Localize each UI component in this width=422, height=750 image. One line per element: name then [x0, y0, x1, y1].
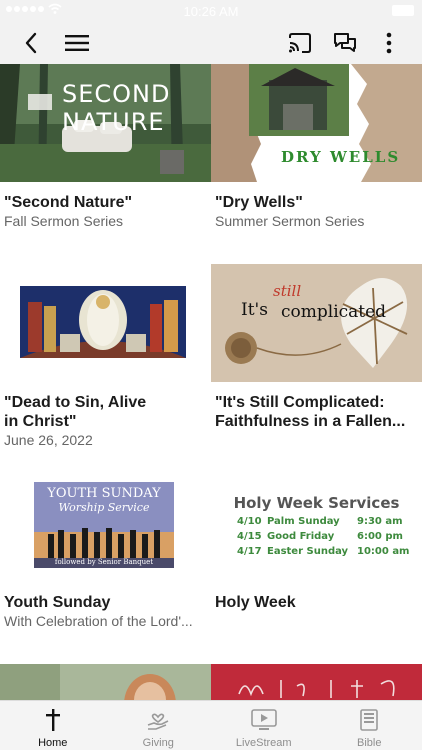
cast-icon — [289, 33, 311, 53]
livestream-icon — [250, 707, 277, 733]
series-thumbnail-partial-right — [211, 664, 422, 700]
tab-label: Giving — [142, 737, 174, 749]
series-card-holy-week[interactable]: Holy Week Services 4/10 Palm Sunday 9:30 a… — [211, 464, 422, 612]
back-button[interactable] — [16, 28, 46, 58]
tab-label: Bible — [357, 737, 382, 749]
series-thumbnail-holy-week: Holy Week Services 4/10 Palm Sunday 9:30 a… — [211, 464, 422, 582]
series-title: "It's Still Complicated: Faithfulness in… — [215, 394, 406, 430]
series-thumbnail-second-nature: SECOND NATURE — [0, 64, 211, 182]
series-card-its-still-complicated[interactable]: It's still complicated "It's Still Compl… — [211, 264, 422, 431]
tab-giving[interactable]: Giving — [106, 701, 212, 750]
thumbnail-its-text: It's — [241, 300, 268, 320]
holy-week-row: 4/10 Palm Sunday 9:30 am — [237, 514, 417, 529]
holy-week-row: 4/17 Easter Sunday 10:00 am — [237, 544, 417, 559]
series-title: "Dead to Sin, Alive in Christ" — [4, 394, 147, 430]
sermon-series-grid: SECOND NATURE "Second Nature" Fall Sermo… — [0, 64, 422, 700]
thumbnail-complicated-text: complicated — [281, 302, 387, 322]
menu-button[interactable] — [62, 28, 92, 58]
chat-button[interactable] — [330, 28, 360, 58]
holy-week-schedule: 4/10 Palm Sunday 9:30 am 4/15 Good Friday 6:0… — [237, 514, 417, 559]
series-subtitle: Fall Sermon Series — [4, 213, 124, 229]
cast-button[interactable] — [285, 28, 315, 58]
series-thumbnail-dry-wells: DRY WELLS — [211, 64, 422, 182]
series-subtitle: Summer Sermon Series — [215, 213, 365, 229]
signal-icon — [6, 6, 44, 12]
giving-hand-icon — [146, 707, 170, 733]
series-card-dead-to-sin[interactable]: "Dead to Sin, Alive in Christ" June 26, … — [0, 264, 211, 449]
series-card-youth-sunday[interactable]: YOUTH SUNDAY Worship Service followed by… — [0, 464, 211, 630]
series-title: "Second Nature" — [4, 194, 133, 211]
bottom-tab-bar: Home Giving LiveStream Bible — [0, 700, 422, 750]
thumbnail-still-text: still — [273, 282, 302, 300]
series-card-partial-right[interactable] — [211, 664, 422, 700]
holy-week-date: 4/10 — [237, 516, 262, 527]
wifi-icon — [48, 3, 62, 18]
series-title: Youth Sunday — [4, 594, 111, 611]
series-thumbnail-youth-sunday: YOUTH SUNDAY Worship Service followed by… — [0, 464, 211, 582]
thumbnail-heading: Holy Week Services — [233, 494, 400, 512]
thumbnail-line2: Worship Service — [58, 501, 150, 514]
series-thumbnail-resurrection-icon — [0, 264, 211, 382]
holy-week-day: Palm Sunday — [267, 516, 340, 527]
series-card-dry-wells[interactable]: DRY WELLS "Dry Wells" Summer Sermon Seri… — [211, 64, 422, 230]
tab-bible[interactable]: Bible — [317, 701, 422, 750]
thumbnail-line1: YOUTH SUNDAY — [47, 486, 161, 501]
series-subtitle: June 26, 2022 — [4, 432, 93, 448]
vertical-dots-icon — [386, 32, 392, 54]
holy-week-date: 4/17 — [237, 546, 262, 557]
status-bar: 10:26 AM — [0, 0, 422, 22]
tab-label: Home — [38, 737, 68, 749]
battery-icon — [392, 5, 414, 16]
chevron-left-icon — [25, 32, 37, 54]
holy-week-time: 9:30 am — [357, 516, 403, 527]
more-options-button[interactable] — [374, 28, 404, 58]
series-card-partial-left[interactable] — [0, 664, 211, 700]
holy-week-row: 4/15 Good Friday 6:00 pm — [237, 529, 417, 544]
holy-week-time: 6:00 pm — [357, 531, 403, 542]
chat-bubbles-icon — [334, 33, 356, 52]
holy-week-date: 4/15 — [237, 531, 262, 542]
status-time: 10:26 AM — [183, 3, 239, 19]
series-thumbnail-complicated: It's still complicated — [211, 264, 422, 382]
thumbnail-line3: followed by Senior Banquet — [54, 558, 154, 566]
tab-home[interactable]: Home — [0, 701, 106, 750]
holy-week-day: Good Friday — [267, 531, 335, 542]
tab-label: LiveStream — [235, 737, 292, 749]
series-title: "Dry Wells" — [215, 194, 303, 211]
series-subtitle: With Celebration of the Lord'... — [4, 613, 193, 629]
holy-week-day: Easter Sunday — [267, 546, 349, 557]
thumbnail-title-text: SECOND NATURE — [62, 80, 171, 136]
series-title: Holy Week — [215, 594, 296, 611]
tab-livestream[interactable]: LiveStream — [211, 701, 317, 750]
hamburger-icon — [65, 35, 89, 51]
thumbnail-title-text: DRY WELLS — [281, 148, 401, 166]
cross-icon — [45, 707, 60, 733]
bible-icon — [359, 707, 379, 733]
holy-week-time: 10:00 am — [357, 546, 410, 557]
top-nav-bar — [0, 22, 422, 64]
series-thumbnail-partial-left — [0, 664, 211, 700]
series-card-second-nature[interactable]: SECOND NATURE "Second Nature" Fall Sermo… — [0, 64, 211, 230]
